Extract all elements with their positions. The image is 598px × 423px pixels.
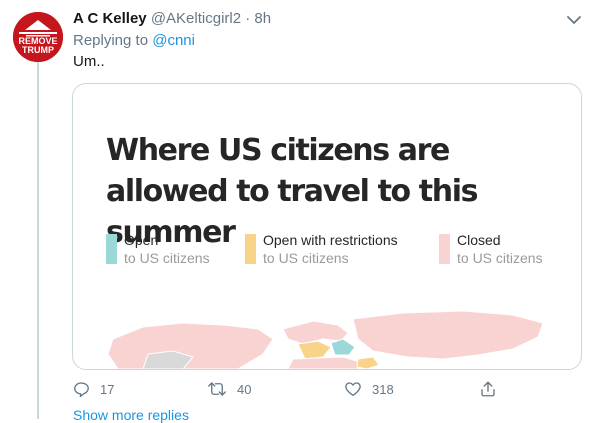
timestamp[interactable]: 8h <box>254 10 271 27</box>
separator-dot: · <box>245 10 251 27</box>
share-icon <box>481 381 495 397</box>
media-card[interactable]: Where US citizens are allowed to travel … <box>72 83 582 370</box>
legend-swatch-closed <box>439 234 450 264</box>
legend-label-open: Open <box>124 232 159 248</box>
legend-sub-closed: to US citizens <box>457 250 543 266</box>
legend-label-closed: Closed <box>457 232 501 248</box>
legend-swatch-restricted <box>245 234 256 264</box>
avatar[interactable]: REMOVE TRUMP <box>13 12 63 62</box>
legend-sub-open: to US citizens <box>124 250 210 266</box>
like-button[interactable]: 318 <box>344 375 394 403</box>
chevron-down-icon <box>567 16 581 24</box>
tweet-menu-button[interactable] <box>564 10 584 30</box>
like-count: 318 <box>372 381 394 397</box>
heart-icon <box>345 382 361 397</box>
avatar-line2: TRUMP <box>22 45 54 55</box>
world-map <box>107 310 544 369</box>
share-button[interactable] <box>479 375 497 403</box>
tweet-text: Um.. <box>73 53 105 70</box>
legend-sub-restricted: to US citizens <box>263 250 349 266</box>
show-more-replies-link[interactable]: Show more replies <box>73 407 189 423</box>
retweet-count: 40 <box>237 381 252 397</box>
replying-to: Replying to @cnni <box>73 32 195 49</box>
tweet-header: A C Kelley @AKelticgirl2 · 8h <box>73 10 271 27</box>
reply-icon <box>74 382 89 398</box>
reply-button[interactable]: 17 <box>72 375 114 403</box>
legend-swatch-open <box>106 234 117 264</box>
retweet-icon <box>208 382 226 396</box>
reply-count: 17 <box>100 381 115 397</box>
tweet-actions: 17 40 318 <box>72 375 522 403</box>
thread-line <box>37 62 39 419</box>
replying-label: Replying to <box>73 32 153 49</box>
display-name[interactable]: A C Kelley <box>73 10 147 27</box>
retweet-button[interactable]: 40 <box>207 375 251 403</box>
mention-link[interactable]: @cnni <box>152 32 195 49</box>
user-handle[interactable]: @AKelticgirl2 <box>151 10 241 27</box>
legend-label-restricted: Open with restrictions <box>263 232 398 248</box>
avatar-image: REMOVE TRUMP <box>13 12 63 62</box>
